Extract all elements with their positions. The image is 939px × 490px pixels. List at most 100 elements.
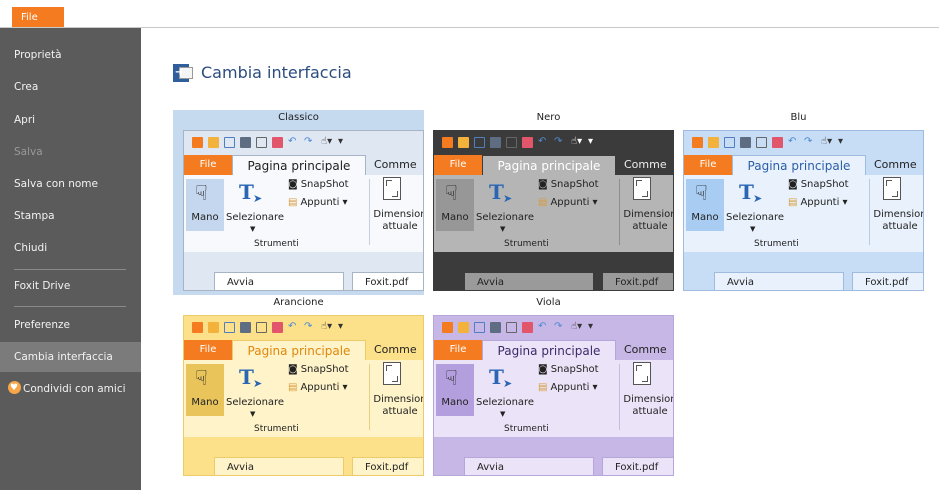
properties-icon xyxy=(506,322,517,333)
ribbon-tab-row: File Pagina principale Comme xyxy=(184,340,423,361)
tab-comment: Comme xyxy=(624,343,667,356)
camera-icon: ◙ xyxy=(288,179,298,190)
select-text-icon: T xyxy=(239,365,254,389)
theme-card-black[interactable]: Nero ↶ ↷ ☝▾ ▾ File Pagina principale Com… xyxy=(423,110,674,295)
start-tab: Avvia xyxy=(464,457,594,475)
sidebar-item-foxit-drive[interactable]: Foxit Drive xyxy=(0,271,141,301)
hand-menu-icon: ☝▾ xyxy=(821,136,833,147)
clipboard-icon: ▤ xyxy=(288,382,298,393)
redo-icon: ↷ xyxy=(554,136,563,147)
clipboard-tool: ▤ Appunti ▾ xyxy=(538,197,598,208)
page-title: Cambia interfaccia xyxy=(201,63,352,82)
tab-comment: Comme xyxy=(374,343,417,356)
clipboard-tool: ▤ Appunti ▾ xyxy=(788,197,848,208)
sidebar-item-properties[interactable]: Proprietà xyxy=(0,40,141,70)
properties-icon xyxy=(256,322,267,333)
file-menu-tab[interactable]: File xyxy=(12,7,64,28)
print-icon xyxy=(740,137,751,148)
customize-qat-icon: ▾ xyxy=(588,321,594,332)
theme-card-classic[interactable]: Classico ↶ ↷ ☝▾ ▾ File Pagina principale… xyxy=(173,110,424,295)
snapshot-tool: ◙ SnapShot xyxy=(538,364,599,375)
quick-access-toolbar: ↶ ↷ ☝▾ ▾ xyxy=(184,316,423,340)
theme-preview[interactable]: ↶ ↷ ☝▾ ▾ File Pagina principale Comme ☟ … xyxy=(433,315,674,476)
ribbon-panel: ☟ Mano T ➤ Selezionare ▼ ◙ SnapShot ▤ Appu… xyxy=(184,360,423,437)
camera-icon: ◙ xyxy=(288,364,298,375)
tab-home: Pagina principale xyxy=(732,155,866,176)
clipboard-tool: ▤ Appunti ▾ xyxy=(288,197,348,208)
document-tab: Foxit.pdf xyxy=(602,457,673,475)
hand-menu-icon: ☝▾ xyxy=(321,321,333,332)
ribbon-panel: ☟ Mano T ➤ Selezionare ▼ ◙ SnapShot ▤ Appu… xyxy=(184,175,423,252)
actual-size-icon xyxy=(383,362,401,385)
actual-size-label: Dimension attuale xyxy=(373,394,424,417)
hand-tool: ☟ Mano xyxy=(186,179,224,231)
actual-size-label: Dimension attuale xyxy=(373,209,424,232)
theme-preview[interactable]: ↶ ↷ ☝▾ ▾ File Pagina principale Comme ☟ … xyxy=(183,315,424,476)
sidebar-item-open[interactable]: Apri xyxy=(0,105,141,135)
document-tab-strip: Avvia Foxit.pdf xyxy=(184,252,423,290)
theme-preview[interactable]: ↶ ↷ ☝▾ ▾ File Pagina principale Comme ☟ … xyxy=(683,130,924,291)
new-icon xyxy=(272,137,283,148)
actual-size-label: Dimension attuale xyxy=(623,394,674,417)
sidebar-separator xyxy=(14,306,126,307)
hand-tool-label: Mano xyxy=(191,212,219,223)
theme-name: Classico xyxy=(278,112,319,123)
snapshot-label: SnapShot xyxy=(550,179,599,190)
document-tab: Foxit.pdf xyxy=(602,272,673,290)
select-tool-label: Selezionare xyxy=(726,212,785,223)
hand-tool-label: Mano xyxy=(441,397,469,408)
new-icon xyxy=(272,322,283,333)
properties-icon xyxy=(256,137,267,148)
app-logo-icon xyxy=(192,322,203,333)
theme-preview[interactable]: ↶ ↷ ☝▾ ▾ File Pagina principale Comme ☟ … xyxy=(183,130,424,291)
snapshot-label: SnapShot xyxy=(300,364,349,375)
customize-qat-icon: ▾ xyxy=(338,321,344,332)
new-icon xyxy=(522,322,533,333)
theme-card-violet[interactable]: Viola ↶ ↷ ☝▾ ▾ File Pagina principale Co… xyxy=(423,295,674,480)
ribbon-group-label: Strumenti xyxy=(504,424,549,434)
ribbon-tab-row: File Pagina principale Comme xyxy=(184,155,423,176)
save-icon xyxy=(224,137,235,148)
clipboard-label: Appunti xyxy=(550,197,590,208)
actual-size-icon xyxy=(633,177,651,200)
document-tab-strip: Avvia Foxit.pdf xyxy=(684,252,923,290)
save-icon xyxy=(474,137,485,148)
open-folder-icon xyxy=(208,322,219,333)
hand-icon: ☟ xyxy=(695,181,708,205)
chevron-down-icon: ▼ xyxy=(500,410,506,418)
hand-icon: ☟ xyxy=(445,181,458,205)
sidebar-item-share[interactable]: Condividi con amici xyxy=(0,373,141,404)
sidebar-item-create[interactable]: Crea xyxy=(0,72,141,102)
cursor-arrow-icon: ➤ xyxy=(253,192,263,205)
sidebar-item-close[interactable]: Chiudi xyxy=(0,233,141,263)
hand-tool-label: Mano xyxy=(691,212,719,223)
cursor-arrow-icon: ➤ xyxy=(503,192,513,205)
theme-preview[interactable]: ↶ ↷ ☝▾ ▾ File Pagina principale Comme ☟ … xyxy=(433,130,674,291)
theme-card-blue[interactable]: Blu ↶ ↷ ☝▾ ▾ File Pagina principale Comm… xyxy=(673,110,924,295)
camera-icon: ◙ xyxy=(788,179,798,190)
snapshot-tool: ◙ SnapShot xyxy=(538,179,599,190)
clipboard-icon: ▤ xyxy=(538,197,548,208)
chevron-down-icon: ▼ xyxy=(500,225,506,233)
theme-card-orange[interactable]: Arancione ↶ ↷ ☝▾ ▾ File Pagina principal… xyxy=(173,295,424,480)
open-folder-icon xyxy=(458,137,469,148)
sidebar-item-save-as[interactable]: Salva con nome xyxy=(0,169,141,199)
select-tool-label: Selezionare xyxy=(226,212,285,223)
redo-icon: ↷ xyxy=(804,136,813,147)
start-tab: Avvia xyxy=(714,272,844,290)
sidebar-item-change-interface[interactable]: Cambia interfaccia xyxy=(0,342,141,372)
chevron-down-icon: ▼ xyxy=(250,225,256,233)
sidebar-item-print[interactable]: Stampa xyxy=(0,201,141,231)
undo-icon: ↶ xyxy=(538,136,547,147)
document-tab-strip: Avvia Foxit.pdf xyxy=(434,252,673,290)
start-tab: Avvia xyxy=(214,457,344,475)
new-icon xyxy=(772,137,783,148)
document-tab: Foxit.pdf xyxy=(852,272,923,290)
hand-icon: ☟ xyxy=(195,366,208,390)
sidebar-item-save: Salva xyxy=(14,146,43,158)
hand-menu-icon: ☝▾ xyxy=(571,136,583,147)
quick-access-toolbar: ↶ ↷ ☝▾ ▾ xyxy=(434,316,673,340)
sidebar-item-preferences[interactable]: Preferenze xyxy=(0,310,141,340)
ribbon-panel: ☟ Mano T ➤ Selezionare ▼ ◙ SnapShot ▤ Appu… xyxy=(684,175,923,252)
clipboard-label: Appunti xyxy=(800,197,840,208)
